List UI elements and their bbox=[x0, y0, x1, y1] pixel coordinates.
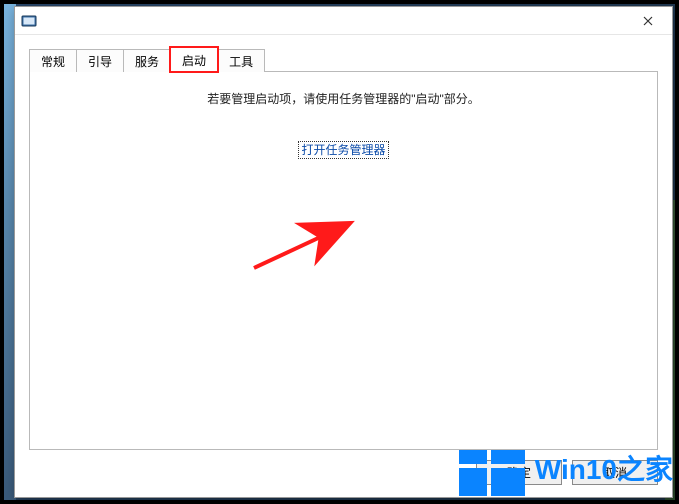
tab-tools[interactable]: 工具 bbox=[217, 49, 265, 72]
tab-boot[interactable]: 引导 bbox=[76, 49, 124, 72]
cancel-button[interactable]: 取消 bbox=[572, 460, 658, 485]
tab-startup[interactable]: 启动 bbox=[170, 47, 218, 72]
tab-services[interactable]: 服务 bbox=[123, 49, 171, 72]
tab-container: 常规引导服务启动工具 若要管理启动项，请使用任务管理器的"启动"部分。 打开任务… bbox=[29, 49, 658, 450]
client-area: 常规引导服务启动工具 若要管理启动项，请使用任务管理器的"启动"部分。 打开任务… bbox=[15, 35, 672, 497]
tab-panel-startup: 若要管理启动项，请使用任务管理器的"启动"部分。 打开任务管理器 bbox=[29, 71, 658, 450]
tab-general[interactable]: 常规 bbox=[29, 49, 77, 72]
tab-strip: 常规引导服务启动工具 bbox=[29, 49, 658, 72]
app-icon bbox=[21, 13, 37, 29]
annotation-arrow-icon bbox=[248, 218, 358, 274]
ok-button[interactable]: 确定 bbox=[476, 460, 562, 485]
msconfig-window: 常规引导服务启动工具 若要管理启动项，请使用任务管理器的"启动"部分。 打开任务… bbox=[14, 6, 673, 498]
startup-message: 若要管理启动项，请使用任务管理器的"启动"部分。 bbox=[30, 90, 657, 107]
dialog-footer: 确定 取消 bbox=[29, 450, 658, 485]
titlebar bbox=[15, 7, 672, 35]
open-task-manager-link[interactable]: 打开任务管理器 bbox=[299, 142, 387, 158]
close-button[interactable] bbox=[626, 8, 670, 34]
